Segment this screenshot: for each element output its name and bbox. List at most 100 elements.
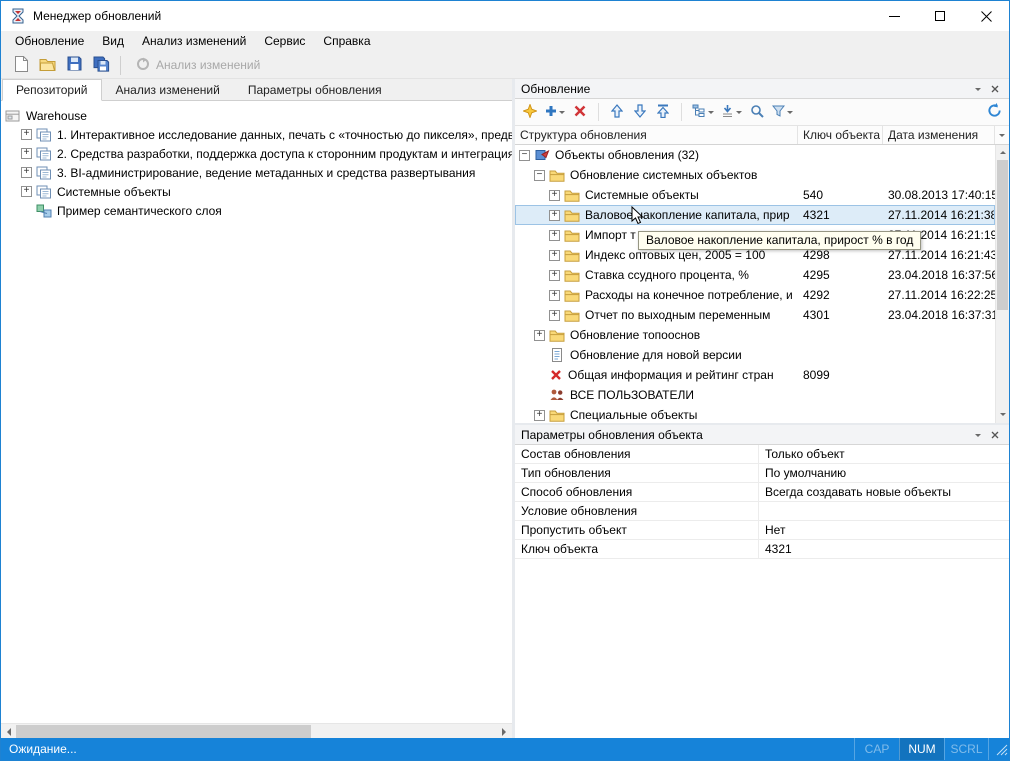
- update-row-label: Расходы на конечное потребление, и: [585, 288, 793, 302]
- save-button[interactable]: [61, 54, 88, 77]
- menu-item-0[interactable]: Обновление: [6, 31, 93, 52]
- hscroll-thumb[interactable]: [16, 725, 311, 738]
- column-change-date[interactable]: Дата изменения: [883, 126, 995, 144]
- param-value: Нет: [759, 521, 1009, 539]
- expand-icon[interactable]: +: [549, 210, 560, 221]
- update-row-1[interactable]: −Обновление системных объектов: [515, 165, 995, 185]
- scroll-right-icon[interactable]: [497, 724, 512, 739]
- insert-button[interactable]: [543, 101, 567, 123]
- tree-item-0[interactable]: +1. Интерактивное исследование данных, п…: [5, 125, 512, 144]
- update-row-12[interactable]: ВСЕ ПОЛЬЗОВАТЕЛИ: [515, 385, 995, 405]
- panel-close-icon[interactable]: [986, 81, 1003, 97]
- new-document-button[interactable]: [7, 54, 34, 77]
- column-structure[interactable]: Структура обновления: [515, 126, 798, 144]
- params-table: Состав обновленияТолько объектТип обновл…: [515, 445, 1009, 738]
- expand-icon[interactable]: +: [549, 290, 560, 301]
- expand-icon[interactable]: +: [21, 167, 32, 178]
- refresh-button[interactable]: [984, 101, 1004, 123]
- change-date: [883, 345, 995, 365]
- update-row-9[interactable]: +Обновление топооснов: [515, 325, 995, 345]
- update-row-10[interactable]: Обновление для новой версии: [515, 345, 995, 365]
- tree-item-4[interactable]: Пример семантического слоя: [5, 201, 512, 220]
- expand-icon[interactable]: +: [549, 230, 560, 241]
- param-row-5[interactable]: Ключ объекта4321: [515, 540, 1009, 559]
- panel-menu-icon[interactable]: [969, 427, 986, 443]
- folder-icon: [564, 249, 580, 262]
- minimize-icon[interactable]: [871, 1, 917, 31]
- object-key: 8099: [798, 365, 883, 385]
- maximize-icon[interactable]: [917, 1, 963, 31]
- filter-dropdown-icon[interactable]: [787, 111, 793, 117]
- import-dropdown-icon[interactable]: [736, 111, 742, 117]
- update-row-3[interactable]: +Валовое накопление капитала, прир432127…: [515, 205, 995, 225]
- update-row-11[interactable]: Общая информация и рейтинг стран8099: [515, 365, 995, 385]
- param-label: Условие обновления: [515, 502, 759, 520]
- tab-2[interactable]: Параметры обновления: [234, 79, 396, 100]
- update-row-2[interactable]: +Системные объекты54030.08.2013 17:40:15: [515, 185, 995, 205]
- update-row-label: Импорт т: [585, 228, 636, 242]
- menu-item-3[interactable]: Сервис: [255, 31, 314, 52]
- horizontal-scrollbar[interactable]: [1, 723, 512, 738]
- menu-item-2[interactable]: Анализ изменений: [133, 31, 255, 52]
- import-button[interactable]: [719, 101, 744, 123]
- param-row-4[interactable]: Пропустить объектНет: [515, 521, 1009, 540]
- update-row-8[interactable]: +Отчет по выходным переменным430123.04.2…: [515, 305, 995, 325]
- object-key: 4292: [798, 285, 883, 305]
- tree-item-3[interactable]: +Системные объекты: [5, 182, 512, 201]
- tree-root[interactable]: Warehouse: [5, 106, 512, 125]
- column-chooser-icon[interactable]: [995, 126, 1009, 144]
- move-down-button[interactable]: [630, 101, 650, 123]
- expand-icon[interactable]: +: [534, 330, 545, 341]
- move-up-icon: [611, 104, 623, 121]
- save-all-button[interactable]: [88, 54, 115, 77]
- expand-icon[interactable]: +: [21, 186, 32, 197]
- expand-icon[interactable]: +: [549, 270, 560, 281]
- update-row-6[interactable]: +Ставка ссудного процента, %429523.04.20…: [515, 265, 995, 285]
- tab-1[interactable]: Анализ изменений: [102, 79, 234, 100]
- column-object-key[interactable]: Ключ объекта: [798, 126, 883, 144]
- tree-item-label: 1. Интерактивное исследование данных, пе…: [57, 128, 512, 142]
- menu-item-1[interactable]: Вид: [93, 31, 133, 52]
- update-row-0[interactable]: −Объекты обновления (32): [515, 145, 995, 165]
- filter-button[interactable]: [770, 101, 795, 123]
- move-up-button[interactable]: [607, 101, 627, 123]
- expand-icon[interactable]: +: [21, 148, 32, 159]
- delete-button[interactable]: [570, 101, 590, 123]
- panel-menu-icon[interactable]: [969, 81, 986, 97]
- update-row-13[interactable]: +Специальные объекты: [515, 405, 995, 423]
- close-icon[interactable]: [963, 1, 1009, 31]
- vertical-scrollbar[interactable]: [995, 145, 1009, 423]
- resize-grip[interactable]: [994, 742, 1008, 759]
- param-row-2[interactable]: Способ обновленияВсегда создавать новые …: [515, 483, 1009, 502]
- vscroll-thumb[interactable]: [997, 160, 1008, 310]
- expand-icon[interactable]: +: [549, 310, 560, 321]
- menu-item-4[interactable]: Справка: [314, 31, 379, 52]
- open-button[interactable]: [34, 54, 61, 77]
- scroll-left-icon[interactable]: [1, 724, 16, 739]
- collapse-icon[interactable]: −: [534, 170, 545, 181]
- panel-close-icon[interactable]: [986, 427, 1003, 443]
- tree-item-1[interactable]: +2. Средства разработки, поддержка досту…: [5, 144, 512, 163]
- update-row-7[interactable]: +Расходы на конечное потребление, и42922…: [515, 285, 995, 305]
- expand-icon[interactable]: +: [549, 250, 560, 261]
- scroll-down-icon[interactable]: [996, 409, 1009, 423]
- collapse-icon[interactable]: −: [519, 150, 530, 161]
- param-row-1[interactable]: Тип обновленияПо умолчанию: [515, 464, 1009, 483]
- change-date: [883, 145, 995, 165]
- expand-icon[interactable]: +: [549, 190, 560, 201]
- expand-icon[interactable]: +: [534, 410, 545, 421]
- param-row-0[interactable]: Состав обновленияТолько объект: [515, 445, 1009, 464]
- param-row-3[interactable]: Условие обновления: [515, 502, 1009, 521]
- expand-icon[interactable]: +: [21, 129, 32, 140]
- insert-dropdown-icon[interactable]: [559, 111, 565, 117]
- tree-view-dropdown-icon[interactable]: [708, 111, 714, 117]
- tab-0[interactable]: Репозиторий: [2, 79, 102, 101]
- tree-view-button[interactable]: [690, 101, 716, 123]
- scroll-up-icon[interactable]: [996, 145, 1009, 159]
- docs-icon: [36, 128, 52, 142]
- search-button[interactable]: [747, 101, 767, 123]
- tree-item-2[interactable]: +3. BI-администрирование, ведение метада…: [5, 163, 512, 182]
- move-top-button[interactable]: [653, 101, 673, 123]
- add-object-button[interactable]: [520, 101, 540, 123]
- folder-icon: [564, 209, 580, 222]
